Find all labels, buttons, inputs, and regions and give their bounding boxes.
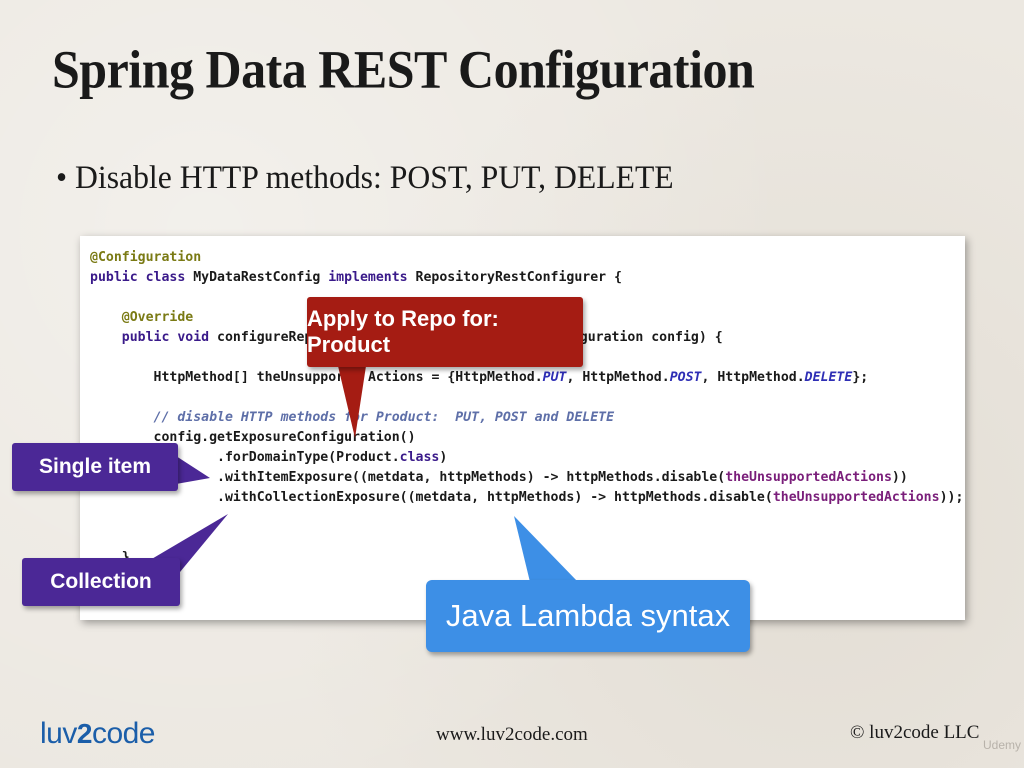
code-line-16: }	[90, 548, 963, 568]
callout-product: Apply to Repo for: Product	[307, 297, 583, 367]
code-panel: @Configuration public class MyDataRestCon…	[80, 236, 965, 620]
code-line-2: public class MyDataRestConfig implements…	[90, 270, 622, 285]
footer-copyright: © luv2code LLC	[850, 722, 980, 743]
annotation-configuration: @Configuration	[90, 250, 202, 265]
slide-title: Spring Data REST Configuration	[52, 39, 755, 100]
luv2code-logo: luv 2 code	[40, 717, 156, 750]
code-line-7: HttpMethod[] theUnsupporte Actions = {Htt…	[153, 370, 869, 385]
code-line-9: // disable HTTP methods for Product: PUT…	[90, 408, 963, 428]
udemy-watermark: Udemy	[983, 738, 1022, 752]
footer-url: www.luv2code.com	[436, 724, 588, 745]
code-line-1: @Configuration	[90, 248, 963, 268]
code-line-10: config.getExposureConfiguration()	[153, 430, 416, 445]
callout-collection: Collection	[22, 558, 180, 606]
code-line-13: .withCollectionExposure((metdata, httpMe…	[217, 490, 964, 505]
code-block: @Configuration public class MyDataRestCon…	[90, 248, 963, 568]
callout-lambda: Java Lambda syntax	[426, 580, 750, 652]
bullet-point: • Disable HTTP methods: POST, PUT, DELET…	[56, 160, 674, 196]
code-line-12: .withItemExposure((metdata, httpMethods)…	[217, 470, 908, 485]
code-comment: // disable HTTP methods for Product: PUT…	[153, 410, 615, 425]
callout-single-item: Single item	[12, 443, 178, 491]
code-line-11: .forDomainType(Product.class)	[217, 450, 448, 465]
annotation-override: @Override	[121, 310, 194, 325]
